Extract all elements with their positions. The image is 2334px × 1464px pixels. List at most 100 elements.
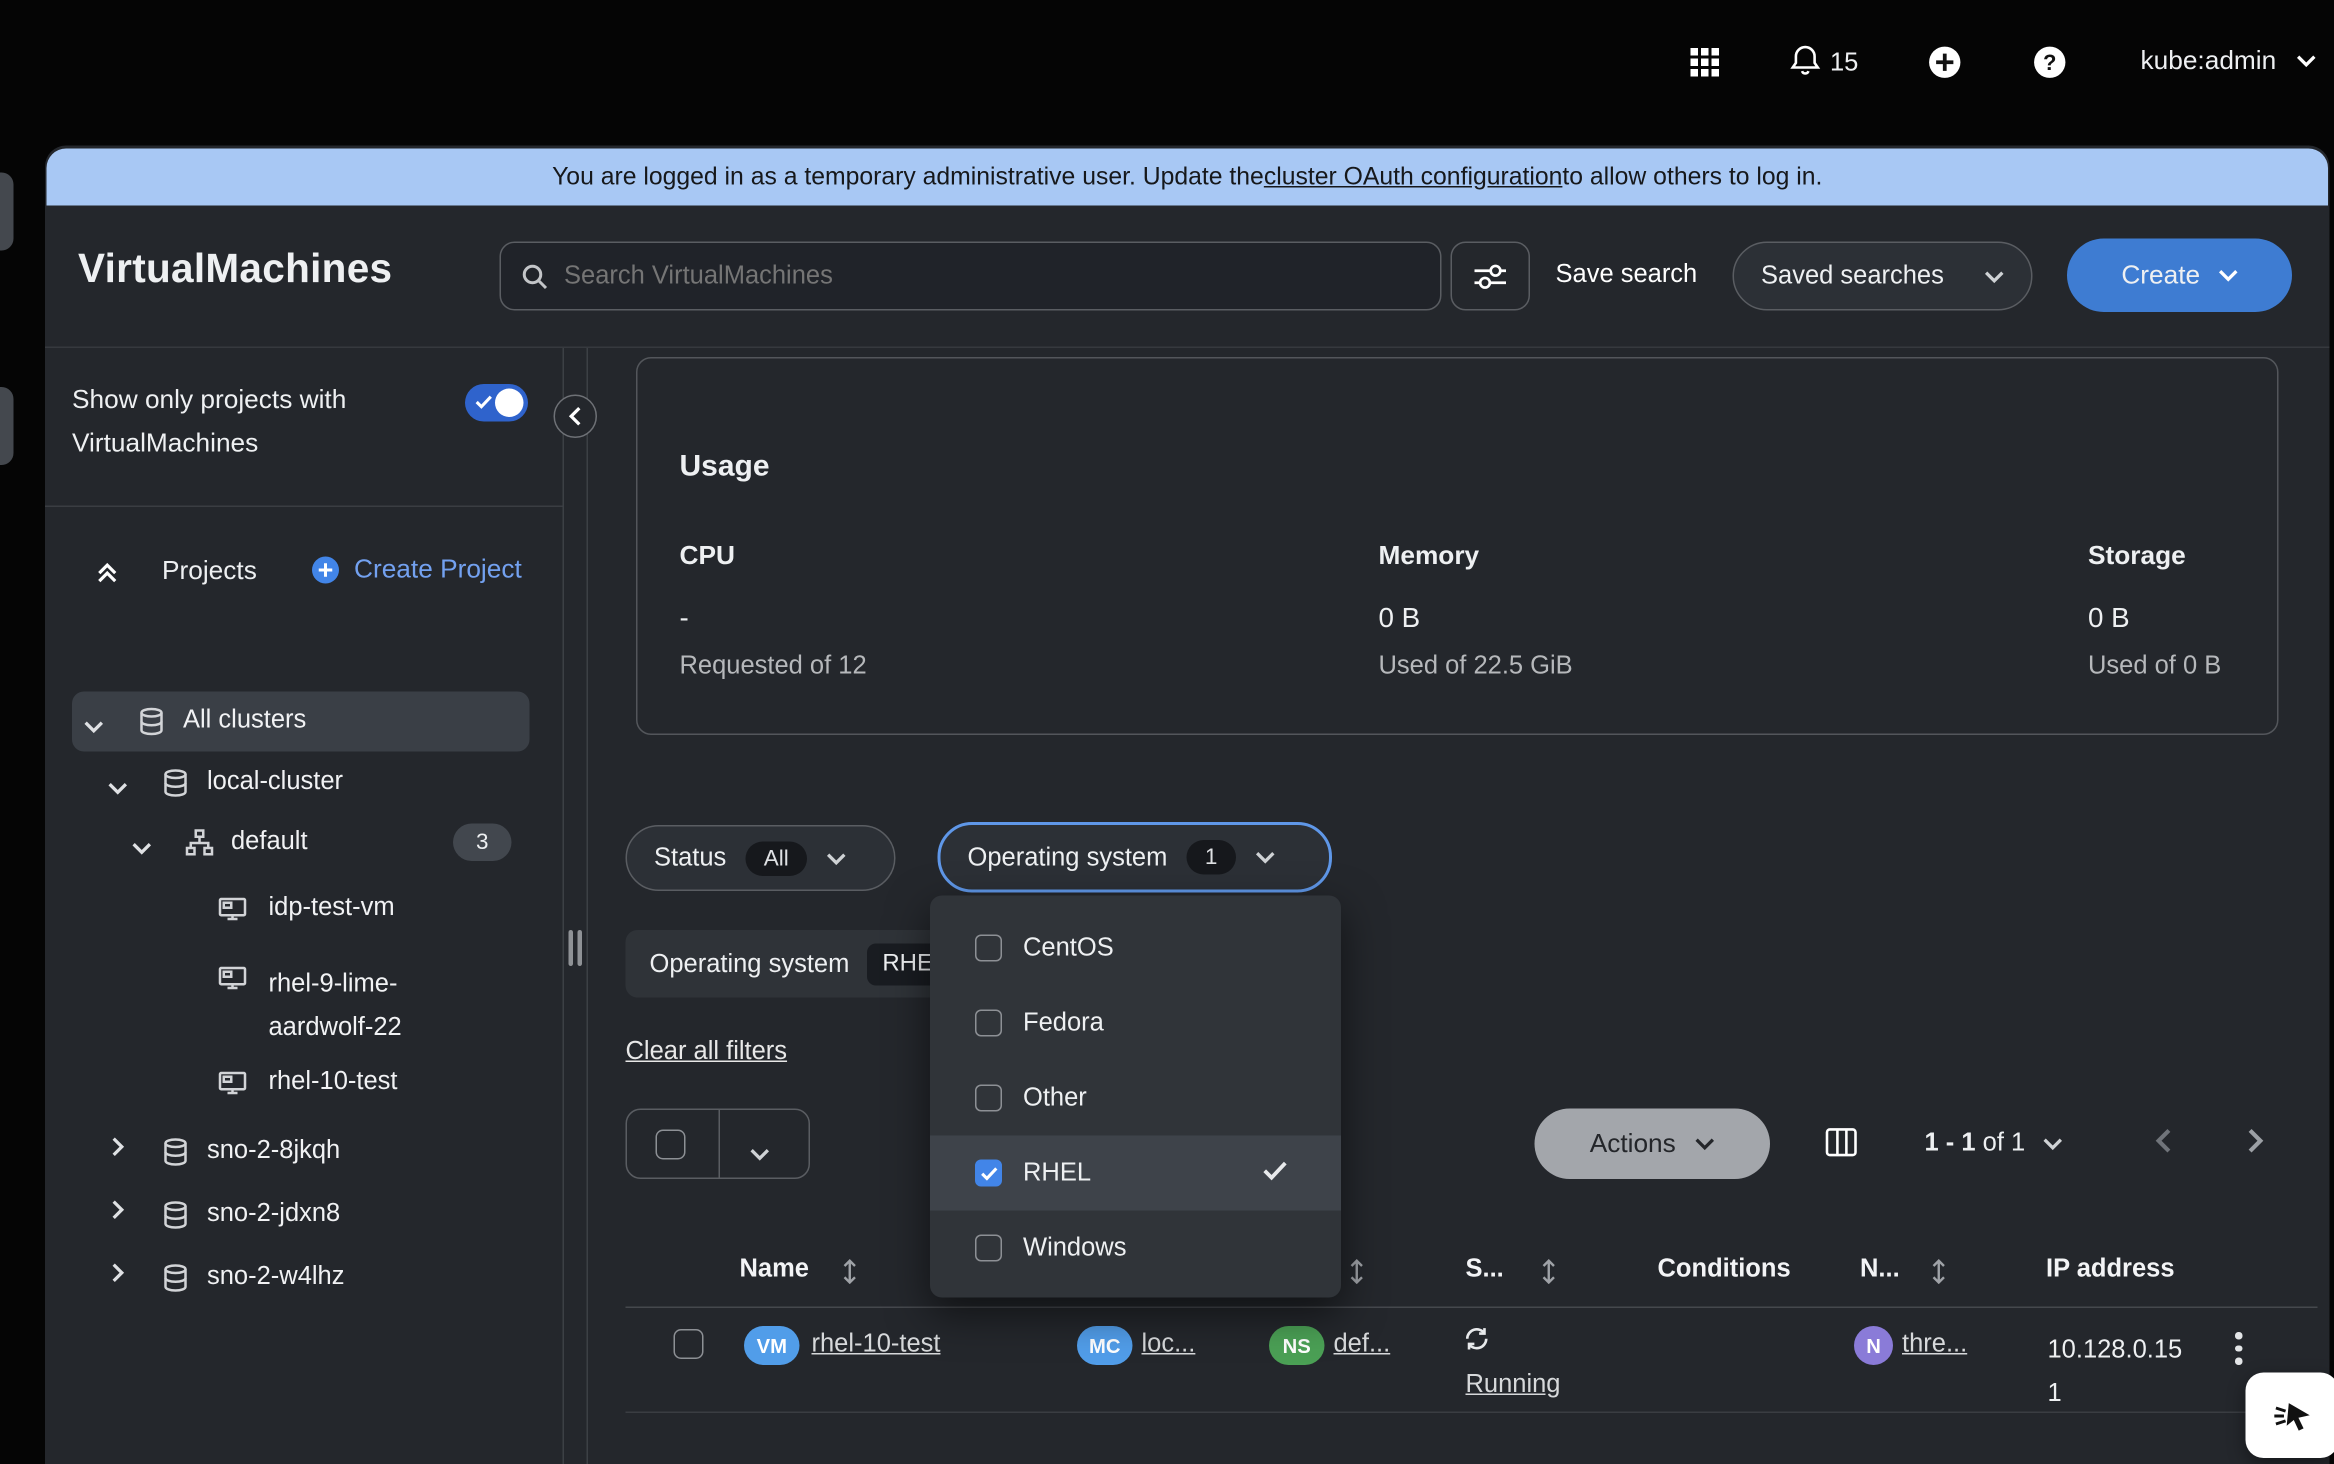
- column-header-status[interactable]: S...: [1466, 1254, 1504, 1284]
- column-header-conditions[interactable]: Conditions: [1658, 1254, 1791, 1284]
- storage-value: 0 B: [2088, 602, 2130, 635]
- column-header-name[interactable]: Name: [740, 1254, 809, 1284]
- actions-label: Actions: [1590, 1128, 1676, 1160]
- namespace-link[interactable]: def...: [1334, 1329, 1391, 1359]
- checkbox-unchecked[interactable]: [975, 1235, 1002, 1262]
- notifications-bell-icon[interactable]: [1788, 42, 1823, 87]
- sort-icon[interactable]: [1347, 1259, 1367, 1292]
- help-icon[interactable]: ?: [2033, 45, 2068, 87]
- cluster-link[interactable]: loc...: [1142, 1329, 1196, 1359]
- show-only-projects-toggle[interactable]: [465, 384, 528, 422]
- sidebar-collapse-button[interactable]: [554, 395, 598, 439]
- cluster-icon: [161, 1200, 191, 1238]
- resize-handle[interactable]: [569, 930, 574, 966]
- tree-item-rhel-10-test[interactable]: rhel-10-test: [269, 1067, 398, 1097]
- os-filter-count-badge: 1: [1187, 840, 1236, 875]
- screen: 15 ? kube:admin You are logged in as a t…: [0, 0, 2334, 1464]
- chevron-left-icon: [569, 407, 583, 427]
- tree-item-default[interactable]: default: [231, 827, 308, 857]
- chevron-left-icon: [2156, 1128, 2173, 1154]
- pagination-next-button[interactable]: [2247, 1128, 2264, 1161]
- tree-item-rhel-9-lime-aardwolf-22[interactable]: rhel-9-lime-aardwolf-22: [269, 962, 487, 1049]
- status-filter-dropdown[interactable]: Status All: [626, 825, 896, 891]
- show-only-projects-label: Show only projects with VirtualMachines: [72, 378, 455, 465]
- tree-expander-icon[interactable]: [108, 773, 128, 803]
- create-button[interactable]: Create: [2067, 239, 2292, 313]
- pagination-dropdown[interactable]: 1 - 1 of 1: [1925, 1128, 2063, 1158]
- tree-item-sno-2-w4lhz[interactable]: sno-2-w4lhz: [207, 1262, 344, 1292]
- sort-icon[interactable]: [1929, 1259, 1949, 1292]
- page-title: VirtualMachines: [78, 246, 392, 293]
- search-icon: [522, 263, 548, 289]
- tree-expander-icon[interactable]: [111, 1197, 125, 1227]
- tree-item-local-cluster[interactable]: local-cluster: [207, 767, 343, 797]
- status-link[interactable]: Running: [1466, 1370, 1561, 1400]
- edge-tab: [0, 173, 14, 251]
- tree-item-sno-2-8jkqh[interactable]: sno-2-8jkqh: [207, 1136, 340, 1166]
- tree-item-all-clusters[interactable]: All clusters: [183, 705, 306, 735]
- sort-icon[interactable]: [840, 1259, 860, 1292]
- checkbox-unchecked[interactable]: [975, 935, 1002, 962]
- pagination-prev-button[interactable]: [2156, 1128, 2173, 1161]
- user-menu[interactable]: kube:admin: [2141, 45, 2317, 77]
- menu-option-label: Windows: [1023, 1233, 1126, 1263]
- tree-item-sno-2-jdxn8[interactable]: sno-2-jdxn8: [207, 1199, 340, 1229]
- row-kebab-menu[interactable]: [2229, 1326, 2248, 1370]
- manage-columns-icon[interactable]: [1826, 1128, 1858, 1164]
- app-launcher-icon[interactable]: [1691, 48, 1720, 84]
- tree-expander-icon[interactable]: [132, 833, 152, 863]
- memory-label: Memory: [1379, 540, 1480, 572]
- cursor-icon: [2270, 1393, 2315, 1438]
- oauth-config-link[interactable]: cluster OAuth configuration: [1264, 163, 1563, 192]
- vm-icon: [218, 1068, 248, 1106]
- tree-expander-icon[interactable]: [111, 1134, 125, 1164]
- memory-detail: Used of 22.5 GiB: [1379, 651, 1573, 681]
- import-plus-icon[interactable]: [1928, 45, 1963, 87]
- collapse-all-icon[interactable]: [95, 558, 121, 591]
- storage-label: Storage: [2088, 540, 2186, 572]
- checkbox-unchecked[interactable]: [975, 1085, 1002, 1112]
- chevron-down-icon: [1985, 269, 2005, 283]
- table-header-divider: [626, 1307, 2318, 1309]
- table-row-divider: [626, 1412, 2318, 1414]
- status-filter-value-badge: All: [746, 841, 807, 876]
- column-header-ip[interactable]: IP address: [2046, 1254, 2175, 1284]
- check-icon: [980, 1166, 997, 1180]
- banner-text-suffix: to allow others to log in.: [1562, 163, 1822, 192]
- sort-icon[interactable]: [1539, 1259, 1559, 1292]
- menu-option-windows[interactable]: Windows: [930, 1211, 1341, 1286]
- menu-option-other[interactable]: Other: [930, 1061, 1341, 1136]
- chevron-down-icon: [1695, 1137, 1715, 1151]
- menu-option-fedora[interactable]: Fedora: [930, 986, 1341, 1061]
- checkbox-checked[interactable]: [975, 1160, 1002, 1187]
- checkbox-unchecked[interactable]: [975, 1010, 1002, 1037]
- advanced-search-button[interactable]: [1451, 242, 1531, 311]
- plus-circle-icon: [311, 554, 341, 584]
- vm-kind-badge: VM: [744, 1326, 800, 1365]
- tree-item-idp-test-vm[interactable]: idp-test-vm: [269, 893, 395, 923]
- tree-expander-icon[interactable]: [84, 711, 104, 741]
- node-link[interactable]: thre...: [1902, 1329, 1967, 1359]
- menu-option-centos[interactable]: CentOS: [930, 911, 1341, 986]
- vm-name-link[interactable]: rhel-10-test: [812, 1329, 941, 1359]
- search-input[interactable]: [564, 261, 1419, 291]
- bulk-select-menu-toggle[interactable]: [750, 1139, 770, 1169]
- column-header-node[interactable]: N...: [1860, 1254, 1900, 1284]
- saved-searches-dropdown[interactable]: Saved searches: [1733, 242, 2033, 311]
- bulk-select-checkbox[interactable]: [656, 1130, 686, 1160]
- check-icon: [476, 395, 493, 410]
- tree-expander-icon[interactable]: [111, 1260, 125, 1290]
- row-select-checkbox[interactable]: [674, 1329, 704, 1359]
- menu-option-label: Other: [1023, 1083, 1087, 1113]
- cpu-label: CPU: [680, 540, 735, 572]
- clear-all-filters-link[interactable]: Clear all filters: [626, 1037, 788, 1067]
- cursor-indicator: [2246, 1373, 2334, 1459]
- menu-option-label: CentOS: [1023, 933, 1114, 963]
- menu-option-rhel[interactable]: RHEL: [930, 1136, 1341, 1211]
- save-search-button[interactable]: Save search: [1556, 260, 1698, 290]
- create-project-button[interactable]: Create Project: [311, 554, 522, 586]
- namespace-badge: NS: [1269, 1326, 1325, 1365]
- resize-handle[interactable]: [578, 930, 583, 966]
- actions-dropdown[interactable]: Actions: [1535, 1109, 1771, 1180]
- os-filter-dropdown[interactable]: Operating system 1: [938, 822, 1333, 893]
